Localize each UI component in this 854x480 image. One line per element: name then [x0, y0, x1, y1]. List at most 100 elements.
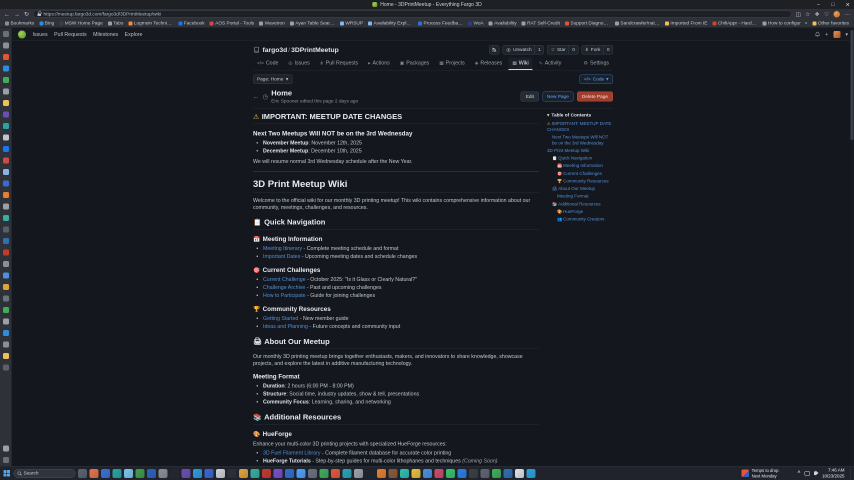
back-arrow-icon[interactable]: ← [253, 93, 259, 100]
tab-pull-requests[interactable]: ⋔Pull Requests [316, 58, 362, 71]
sidebar-tab-icon[interactable] [3, 135, 9, 141]
taskbar-app-icon[interactable] [297, 469, 306, 478]
taskbar-app-icon[interactable] [216, 469, 225, 478]
wiki-link[interactable]: 3D Fuel Filament Library [263, 450, 320, 456]
history-clock-icon[interactable]: ◷ [263, 93, 268, 100]
taskbar-app-icon[interactable] [377, 469, 386, 478]
taskbar-app-icon[interactable] [458, 469, 467, 478]
gitea-logo[interactable] [18, 30, 26, 38]
taskbar-app-icon[interactable] [159, 469, 168, 478]
sidebar-tab-icon[interactable] [3, 77, 9, 83]
scrollbar-thumb[interactable] [851, 30, 854, 140]
wiki-page-selector[interactable]: Page: Home ▾ [253, 75, 292, 85]
sidebar-tab-icon[interactable] [3, 123, 9, 129]
repo-owner-link[interactable]: fargo3d [263, 46, 288, 54]
tab-actions[interactable]: ▸Actions [364, 58, 394, 71]
toc-link[interactable]: 3D Print Meetup Wiki [547, 148, 613, 154]
sidebar-tab-icon[interactable] [3, 112, 9, 118]
taskbar-app-icon[interactable] [469, 469, 478, 478]
taskbar-app-icon[interactable] [170, 469, 179, 478]
bookmark-item[interactable]: AOS Portal - Tools [208, 21, 256, 27]
minimize-icon[interactable]: – [817, 2, 820, 8]
taskbar-app-icon[interactable] [366, 469, 375, 478]
toc-link[interactable]: Meeting Format [547, 194, 613, 200]
taskbar-app-icon[interactable] [251, 469, 260, 478]
user-menu-caret-icon[interactable]: ▾ [845, 31, 848, 37]
taskbar-app-icon[interactable] [124, 469, 133, 478]
sidebar-tab-icon[interactable] [3, 284, 9, 290]
bookmark-item[interactable]: WoA [466, 21, 486, 27]
volume-icon[interactable] [814, 472, 816, 476]
more-menu-icon[interactable]: ⋯ [845, 11, 851, 18]
toc-link[interactable]: 📚Additional Resources [547, 201, 613, 207]
toc-link[interactable]: 🎨HueForge [547, 209, 613, 215]
address-bar[interactable]: https://meetup.fargo3d.com/fargo3d/3DPri… [33, 11, 791, 18]
star-button[interactable]: ☆ Star 0 [547, 45, 578, 55]
taskbar-app-icon[interactable] [308, 469, 317, 478]
bookmark-item[interactable]: How to configure A... [760, 21, 801, 27]
rss-feed-button[interactable] [489, 45, 500, 55]
taskbar-app-icon[interactable] [205, 469, 214, 478]
sidebar-tab-icon[interactable] [3, 54, 9, 60]
bookmark-item[interactable]: Ayan Table Searchi... [288, 21, 337, 27]
sidebar-tool-icon[interactable] [3, 457, 9, 463]
repo-name-link[interactable]: 3DPrintMeetup [291, 46, 339, 54]
start-button[interactable] [3, 469, 12, 478]
taskbar-app-icon[interactable] [239, 469, 248, 478]
taskbar-app-icon[interactable] [389, 469, 398, 478]
sidebar-tab-icon[interactable] [3, 250, 9, 256]
sidebar-tab-icon[interactable] [3, 169, 9, 175]
weather-widget[interactable]: Temps to drop Next Monday [742, 468, 779, 478]
bookmark-item[interactable]: WRSUP [338, 21, 365, 27]
toc-link[interactable]: 📋Quick Navigation [547, 156, 613, 162]
bookmark-item[interactable]: Bing [37, 21, 56, 27]
taskbar-app-icon[interactable] [527, 469, 536, 478]
sidebar-tab-icon[interactable] [3, 273, 9, 279]
bookmark-item[interactable]: Wavetron [257, 21, 287, 27]
taskbar-app-icon[interactable] [331, 469, 340, 478]
page-scrollbar[interactable] [850, 28, 854, 466]
close-icon[interactable]: ✕ [845, 1, 850, 8]
taskbar-app-icon[interactable] [435, 469, 444, 478]
bookmark-item[interactable]: RAT Self-Credit [520, 21, 562, 27]
taskbar-app-icon[interactable] [136, 469, 145, 478]
taskbar-search[interactable]: Search [14, 469, 76, 478]
sidebar-tab-icon[interactable] [3, 43, 9, 49]
show-desktop-button[interactable] [851, 468, 852, 479]
taskbar-app-icon[interactable] [515, 469, 524, 478]
sidebar-tab-icon[interactable] [3, 89, 9, 95]
taskbar-app-icon[interactable] [274, 469, 283, 478]
bookmark-item[interactable]: Imported From IE [663, 21, 709, 27]
bookmark-item[interactable]: Logmein Technician... [126, 21, 175, 27]
taskbar-clock[interactable]: 7:46 AM 10/23/2025 [822, 468, 845, 479]
edit-button[interactable]: Edit [521, 92, 539, 102]
taskbar-app-icon[interactable] [412, 469, 421, 478]
other-favorites-folder[interactable]: Other favorites [810, 21, 851, 27]
toc-link[interactable]: 📅Meeting Information [547, 163, 613, 169]
sidebar-tab-icon[interactable] [3, 227, 9, 233]
tab-settings[interactable]: ⚙ Settings [580, 58, 613, 71]
toc-collapse-caret-icon[interactable]: ▾ [547, 113, 549, 119]
wiki-link[interactable]: How to Participate [263, 293, 306, 299]
bookmark-item[interactable]: ChiliAppr - Hardwa... [710, 21, 759, 27]
taskbar-app-icon[interactable] [400, 469, 409, 478]
sidebar-tab-icon[interactable] [3, 353, 9, 359]
fork-button[interactable]: ⋔ Fork 0 [581, 45, 613, 55]
taskbar-app-icon[interactable] [262, 469, 271, 478]
bookmark-item[interactable]: Support Diagnostics [563, 21, 612, 27]
bookmarks-overflow-icon[interactable]: » [805, 21, 808, 27]
taskbar-app-icon[interactable] [182, 469, 191, 478]
toc-link[interactable]: ⚠IMPORTANT: MEETUP DATE CHANGES [547, 121, 613, 133]
taskbar-app-icon[interactable] [492, 469, 501, 478]
wiki-link[interactable]: Important Dates [263, 254, 300, 260]
taskbar-app-icon[interactable] [113, 469, 122, 478]
bookmark-item[interactable]: Bookmarks [3, 21, 36, 27]
bookmark-item[interactable]: Tabs [106, 21, 126, 27]
unwatch-button[interactable]: Unwatch 1 [503, 45, 545, 55]
nav-link-issues[interactable]: Issues [33, 31, 48, 37]
profile-avatar[interactable] [834, 11, 841, 18]
taskbar-app-icon[interactable] [320, 469, 329, 478]
sidebar-tool-icon[interactable] [3, 446, 9, 452]
taskbar-app-icon[interactable] [504, 469, 513, 478]
sidebar-tab-icon[interactable] [3, 319, 9, 325]
